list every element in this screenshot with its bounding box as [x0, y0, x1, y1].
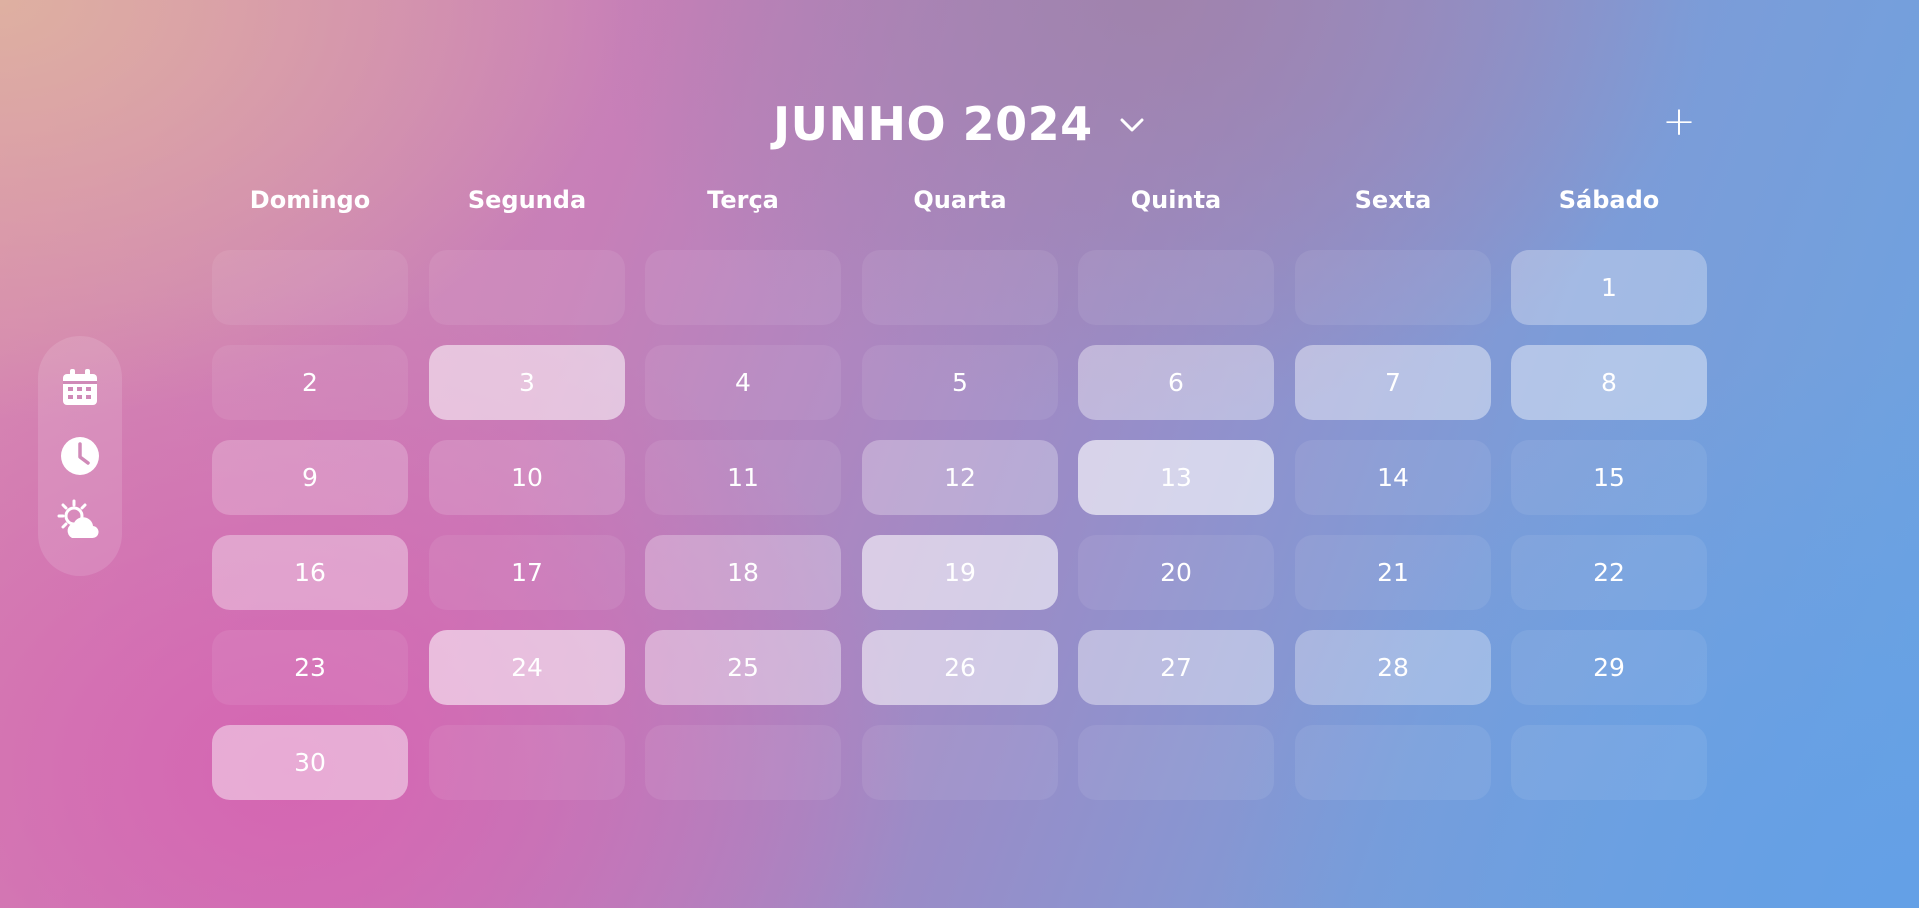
day-cell[interactable]: 17 [429, 535, 625, 610]
weekday-label: Sábado [1558, 186, 1660, 214]
header: JUNHO 2024 + [0, 96, 1919, 156]
empty-day-cell [212, 250, 408, 325]
day-cell[interactable]: 26 [862, 630, 1058, 705]
day-cell[interactable]: 25 [645, 630, 841, 705]
month-title[interactable]: JUNHO 2024 [773, 96, 1093, 152]
empty-day-cell [429, 250, 625, 325]
day-cell[interactable]: 19 [862, 535, 1058, 610]
empty-day-cell [1078, 250, 1274, 325]
weekday-label: Domingo [249, 186, 371, 214]
day-cell[interactable]: 21 [1295, 535, 1491, 610]
day-cell[interactable]: 29 [1511, 630, 1707, 705]
day-cell[interactable]: 11 [645, 440, 841, 515]
day-cell[interactable]: 12 [862, 440, 1058, 515]
day-cell[interactable]: 15 [1511, 440, 1707, 515]
weekday-label: Quarta [913, 186, 1007, 214]
weekday-label: Segunda [467, 186, 587, 214]
weekday-label: Terça [707, 186, 779, 214]
day-cell[interactable]: 24 [429, 630, 625, 705]
day-cell[interactable]: 1 [1511, 250, 1707, 325]
empty-day-cell [1511, 725, 1707, 800]
day-cell[interactable]: 2 [212, 345, 408, 420]
empty-day-cell [1295, 250, 1491, 325]
day-cell[interactable]: 8 [1511, 345, 1707, 420]
day-cell[interactable]: 27 [1078, 630, 1274, 705]
day-cell[interactable]: 18 [645, 535, 841, 610]
sidebar [38, 336, 122, 576]
clock-icon[interactable] [56, 432, 104, 480]
calendar-icon[interactable] [56, 364, 104, 412]
empty-day-cell [645, 725, 841, 800]
empty-day-cell [429, 725, 625, 800]
empty-day-cell [1078, 725, 1274, 800]
day-cell[interactable]: 23 [212, 630, 408, 705]
weekday-header: Domingo Segunda Terça Quarta Quinta Sexta Sába… [0, 186, 1919, 220]
day-cell[interactable]: 10 [429, 440, 625, 515]
day-cell[interactable]: 14 [1295, 440, 1491, 515]
weather-icon[interactable] [56, 498, 104, 546]
weekday-label: Quinta [1130, 186, 1222, 214]
day-cell[interactable]: 6 [1078, 345, 1274, 420]
day-cell[interactable]: 3 [429, 345, 625, 420]
day-cell[interactable]: 22 [1511, 535, 1707, 610]
day-cell[interactable]: 5 [862, 345, 1058, 420]
empty-day-cell [862, 725, 1058, 800]
day-cell[interactable]: 28 [1295, 630, 1491, 705]
weekday-label: Sexta [1354, 186, 1432, 214]
empty-day-cell [1295, 725, 1491, 800]
empty-day-cell [645, 250, 841, 325]
day-cell[interactable]: 7 [1295, 345, 1491, 420]
add-button[interactable]: + [1662, 96, 1696, 152]
day-cell[interactable]: 30 [212, 725, 408, 800]
day-cell[interactable]: 16 [212, 535, 408, 610]
day-cell[interactable]: 13 [1078, 440, 1274, 515]
day-cell[interactable]: 4 [645, 345, 841, 420]
day-cell[interactable]: 9 [212, 440, 408, 515]
empty-day-cell [862, 250, 1058, 325]
day-cell[interactable]: 20 [1078, 535, 1274, 610]
chevron-down-icon[interactable] [1118, 114, 1146, 134]
